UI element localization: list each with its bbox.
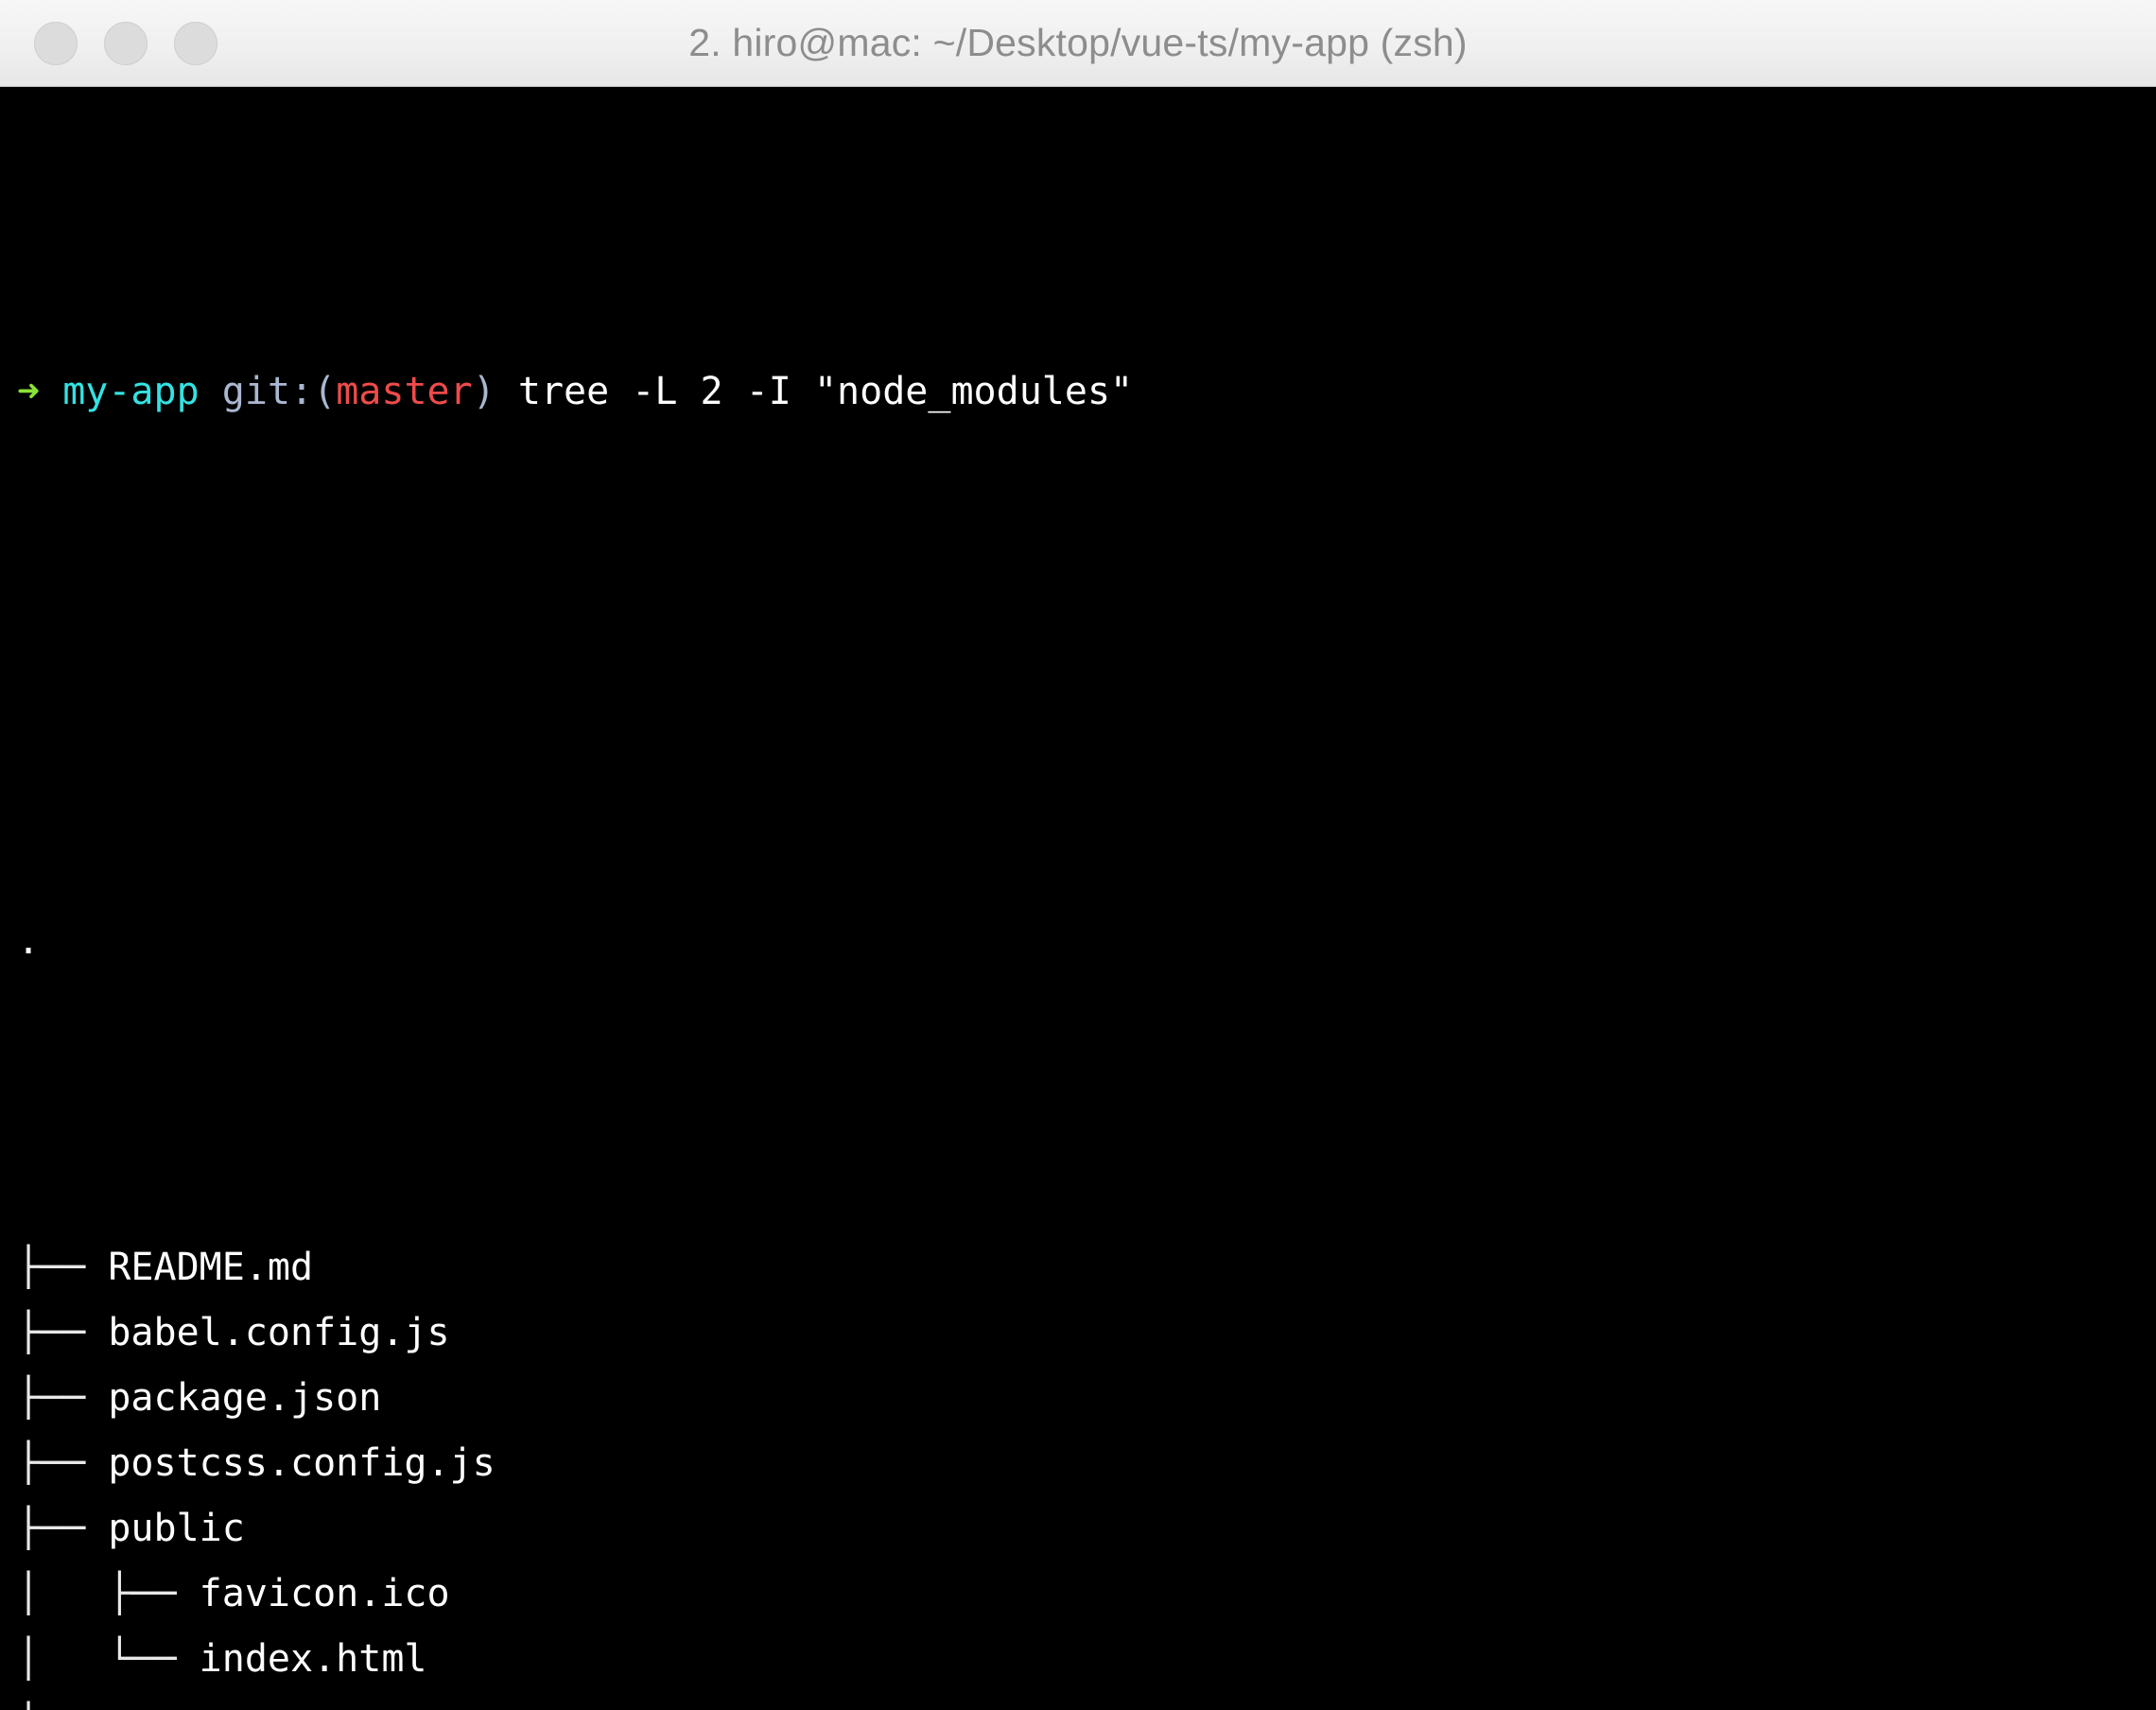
tree-branch-glyph: │ └──: [17, 1637, 200, 1681]
tree-entry-name: package.json: [108, 1376, 382, 1420]
tree-root-label: .: [17, 919, 41, 963]
window-title: 2. hiro@mac: ~/Desktop/vue-ts/my-app (zs…: [688, 21, 1468, 64]
prompt-arrow-icon: ➜: [17, 370, 41, 413]
tree-entry-name: postcss.config.js: [108, 1441, 496, 1485]
prompt-git-branch: master: [336, 370, 473, 413]
tree-entry-name: index.html: [199, 1637, 427, 1681]
tree-entry-name: public: [108, 1507, 245, 1550]
tree-branch-glyph: ├──: [17, 1441, 109, 1485]
tree-entry-name: README.md: [108, 1246, 314, 1289]
tree-row: ├── README.md: [17, 1235, 2156, 1300]
close-button[interactable]: [34, 21, 78, 65]
window-titlebar[interactable]: 2. hiro@mac: ~/Desktop/vue-ts/my-app (zs…: [0, 0, 2156, 87]
tree-row: ├── package.json: [17, 1366, 2156, 1431]
tree-branch-glyph: │ ├──: [17, 1572, 200, 1615]
tree-branch-glyph: ├──: [17, 1507, 109, 1550]
tree-entry-name: src: [108, 1702, 176, 1710]
tree-entry-name: favicon.ico: [199, 1572, 450, 1615]
tree-row: ├── public: [17, 1496, 2156, 1562]
output-gap: [17, 627, 2156, 648]
tree-branch-glyph: ├──: [17, 1702, 108, 1710]
command-prompt-line: ➜ my-app git:(master) tree -L 2 -I "node…: [17, 359, 2156, 431]
tree-branch-glyph: ├──: [17, 1311, 109, 1354]
tree-root-row: .: [17, 909, 2156, 974]
tree-entry-name: babel.config.js: [108, 1311, 450, 1354]
tree-row: ├── babel.config.js: [17, 1300, 2156, 1366]
terminal-window: 2. hiro@mac: ~/Desktop/vue-ts/my-app (zs…: [0, 0, 2156, 1710]
prompt-git-prefix: git:(: [221, 370, 337, 413]
tree-branch-glyph: ├──: [17, 1376, 109, 1420]
traffic-light-group: [34, 21, 217, 65]
tree-listing: ├── README.md ├── babel.config.js ├── pack…: [17, 1235, 2156, 1710]
zoom-button[interactable]: [174, 21, 217, 65]
minimize-button[interactable]: [104, 21, 148, 65]
tree-row: │ └── index.html: [17, 1627, 2156, 1692]
tree-row: ├── src: [17, 1692, 2156, 1710]
tree-branch-glyph: ├──: [17, 1246, 109, 1289]
tree-row: │ ├── favicon.ico: [17, 1562, 2156, 1627]
terminal-output-area[interactable]: ➜ my-app git:(master) tree -L 2 -I "node…: [0, 87, 2156, 1710]
prompt-git-suffix: ): [472, 370, 496, 413]
tree-row: ├── postcss.config.js: [17, 1431, 2156, 1496]
typed-command: tree -L 2 -I "node_modules": [517, 370, 1134, 413]
prompt-directory: my-app: [62, 370, 200, 413]
